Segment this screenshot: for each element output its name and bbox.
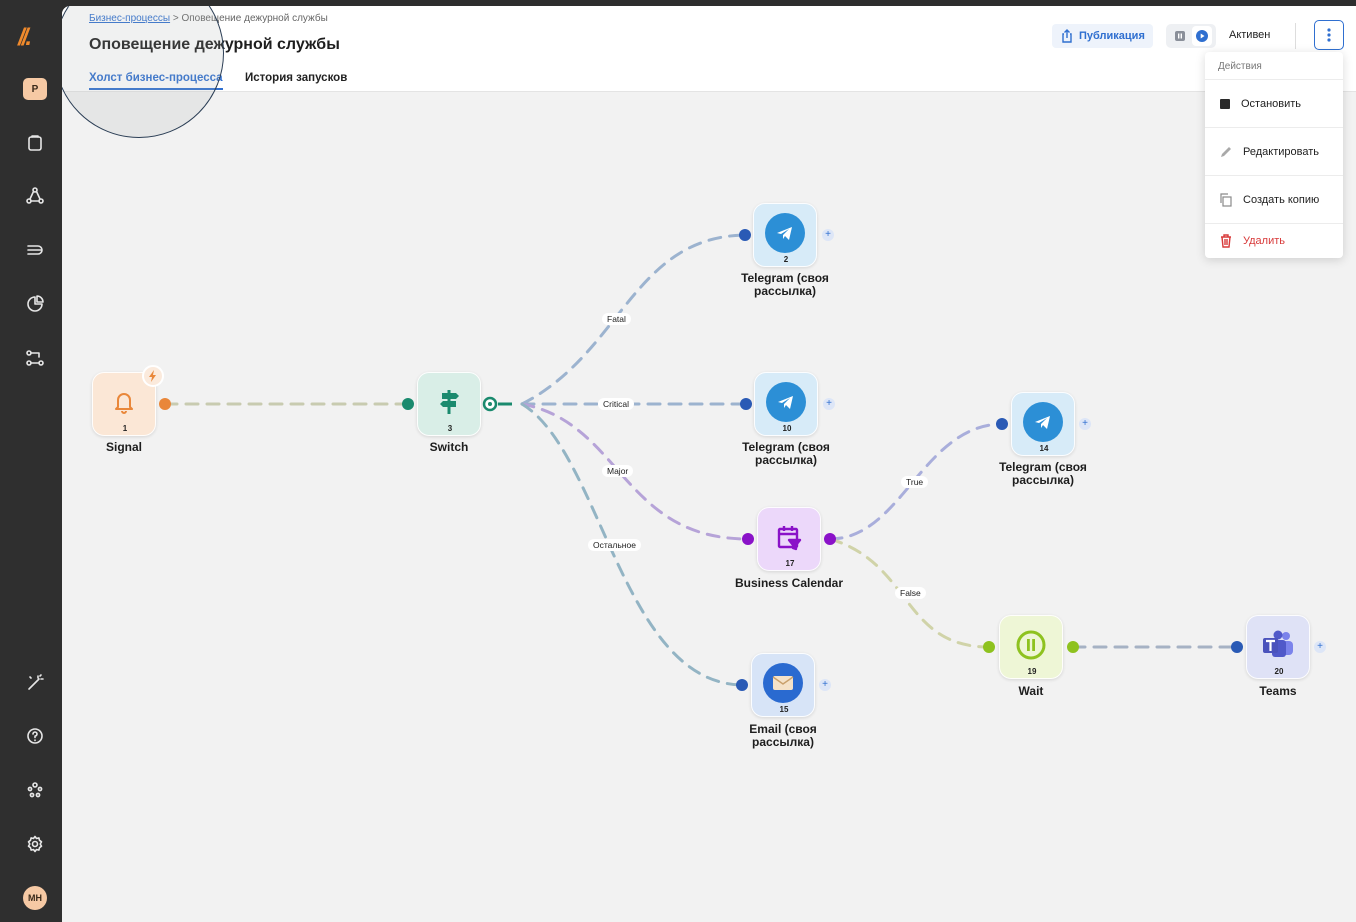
user-avatar[interactable]: MH bbox=[23, 886, 47, 910]
divider bbox=[1295, 23, 1296, 49]
menu-item-stop[interactable]: Остановить bbox=[1205, 79, 1343, 127]
workspace-badge[interactable]: P bbox=[23, 78, 47, 100]
node-telegram-2[interactable]: 2 bbox=[753, 203, 817, 267]
add-node-plus-icon[interactable]: + bbox=[1079, 418, 1091, 430]
menu-item-label: Удалить bbox=[1243, 235, 1285, 247]
edge-label-true: True bbox=[901, 476, 929, 488]
edge-label-false: False bbox=[895, 587, 926, 599]
app-logo[interactable]: //. bbox=[18, 24, 32, 52]
calendar-filter-icon bbox=[769, 517, 809, 557]
signpost-icon bbox=[429, 382, 469, 422]
node-label-telegram-2: Telegram (своя рассылка) bbox=[741, 271, 829, 298]
node-label-telegram-14: Telegram (своя рассылка) bbox=[999, 460, 1087, 487]
edge-fatal bbox=[520, 233, 746, 406]
play-toggle-icon[interactable] bbox=[1191, 26, 1212, 46]
telegram-icon bbox=[766, 382, 806, 422]
help-icon[interactable] bbox=[22, 723, 48, 749]
edge-label-fatal: Fatal bbox=[602, 313, 631, 325]
status-label: Активен bbox=[1229, 29, 1271, 41]
menu-item-delete[interactable]: Удалить bbox=[1205, 223, 1343, 258]
main-area: Fatal Critical Major Остальное True Fals… bbox=[62, 6, 1356, 922]
add-node-plus-icon[interactable]: + bbox=[822, 229, 834, 241]
teams-icon bbox=[1258, 625, 1298, 665]
telegram-icon bbox=[1023, 402, 1063, 442]
edge-label-other: Остальное bbox=[588, 539, 641, 551]
publish-button[interactable]: Публикация bbox=[1052, 24, 1153, 48]
menu-item-label: Редактировать bbox=[1243, 145, 1319, 158]
edge-label-major: Major bbox=[602, 465, 634, 477]
menu-item-label: Создать копию bbox=[1243, 193, 1320, 206]
node-label-teams: Teams bbox=[1259, 684, 1297, 698]
node-label-switch: Switch bbox=[429, 440, 469, 454]
pause-icon bbox=[1011, 625, 1051, 665]
trash-icon bbox=[1221, 234, 1231, 248]
pencil-icon bbox=[1221, 146, 1231, 157]
telegram-icon bbox=[765, 213, 805, 253]
add-node-plus-icon[interactable]: + bbox=[1314, 641, 1326, 653]
routing-icon[interactable] bbox=[22, 237, 48, 263]
magic-wand-icon[interactable] bbox=[22, 670, 48, 696]
add-node-plus-icon[interactable]: + bbox=[823, 398, 835, 410]
node-switch[interactable]: 3 bbox=[417, 372, 481, 436]
node-label-wait: Wait bbox=[1018, 684, 1044, 698]
settings-gear-icon[interactable] bbox=[22, 831, 48, 857]
node-label-business-calendar: Business Calendar bbox=[734, 576, 844, 590]
node-label-signal: Signal bbox=[105, 440, 142, 454]
node-telegram-10[interactable]: 10 bbox=[754, 372, 818, 436]
node-business-calendar[interactable]: 17 bbox=[757, 507, 821, 571]
node-telegram-14[interactable]: 14 bbox=[1011, 392, 1075, 456]
menu-header: Действия bbox=[1218, 61, 1262, 72]
edge-label-critical: Critical bbox=[598, 398, 634, 410]
kebab-menu-icon bbox=[1327, 28, 1331, 42]
node-label-telegram-10: Telegram (своя рассылка) bbox=[742, 440, 830, 467]
network-icon[interactable] bbox=[22, 183, 48, 209]
add-node-plus-icon[interactable]: + bbox=[819, 679, 831, 691]
tab-run-history[interactable]: История запусков bbox=[245, 72, 347, 88]
process-canvas[interactable]: Fatal Critical Major Остальное True Fals… bbox=[62, 93, 1356, 922]
chart-pie-icon[interactable] bbox=[22, 291, 48, 317]
header: Бизнес-процессы > Оповещение дежурной сл… bbox=[62, 6, 1356, 92]
share-icon bbox=[1062, 29, 1072, 43]
edge-major bbox=[520, 402, 750, 541]
sidebar: //. P MH bbox=[0, 0, 62, 922]
clipboard-icon[interactable] bbox=[22, 130, 48, 156]
bell-icon bbox=[104, 382, 144, 422]
node-wait[interactable]: 19 bbox=[999, 615, 1063, 679]
lightning-icon bbox=[142, 365, 164, 387]
node-email[interactable]: 15 bbox=[751, 653, 815, 717]
menu-item-edit[interactable]: Редактировать bbox=[1205, 127, 1343, 175]
team-icon[interactable] bbox=[22, 777, 48, 803]
node-label-email: Email (своя рассылка) bbox=[749, 722, 817, 749]
workflow-icon[interactable] bbox=[22, 345, 48, 371]
menu-item-copy[interactable]: Создать копию bbox=[1205, 175, 1343, 223]
copy-icon bbox=[1220, 192, 1232, 207]
run-toggle[interactable] bbox=[1166, 24, 1216, 48]
actions-menu: Действия Остановить Редактировать Создат… bbox=[1205, 52, 1343, 258]
menu-item-label: Остановить bbox=[1241, 97, 1302, 110]
node-teams[interactable]: 20 bbox=[1246, 615, 1310, 679]
more-actions-button[interactable] bbox=[1314, 20, 1344, 50]
envelope-icon bbox=[763, 663, 803, 703]
edges-layer bbox=[159, 229, 1243, 691]
publish-label: Публикация bbox=[1079, 30, 1145, 42]
pause-toggle-icon[interactable] bbox=[1171, 27, 1189, 45]
stop-icon bbox=[1220, 98, 1230, 109]
